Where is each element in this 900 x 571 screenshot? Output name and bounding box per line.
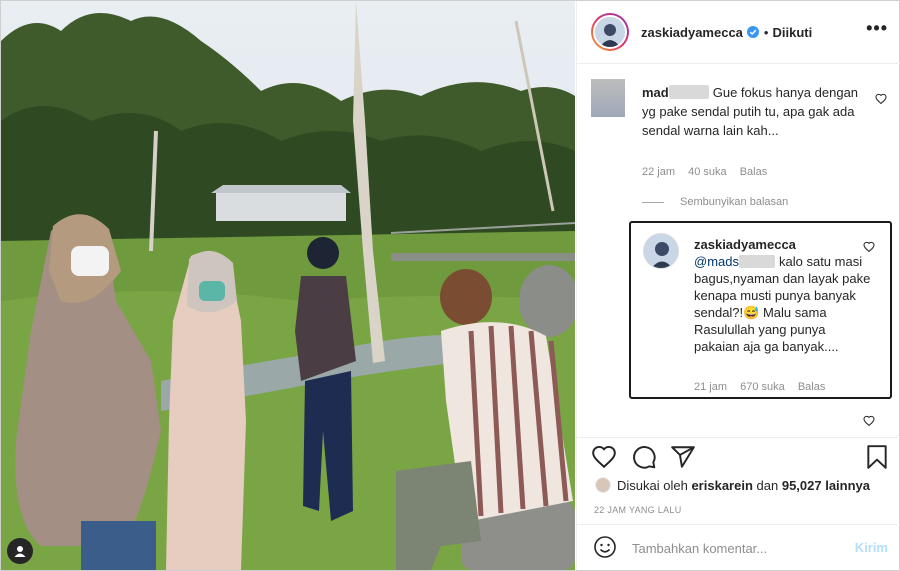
redacted-mention: [739, 255, 775, 268]
comment-text: mad Gue fokus hanya dengan yg pake sendal…: [642, 83, 867, 140]
share-icon[interactable]: [670, 444, 696, 470]
comment-meta: 22 jam 40 suka Balas: [642, 166, 767, 178]
comment-reply-button[interactable]: Balas: [740, 166, 768, 178]
reply-author-username[interactable]: zaskiadyamecca: [694, 236, 872, 253]
reply-item: zaskiadyamecca @mads kalo satu masi bagus…: [629, 221, 892, 399]
post-photo[interactable]: [1, 1, 575, 570]
photo-scene: [1, 1, 575, 570]
redacted-name: [668, 85, 709, 99]
reply-age: 21 jam: [694, 381, 728, 393]
header-separator: •: [763, 24, 769, 40]
reply-text: zaskiadyamecca @mads kalo satu masi bagus…: [694, 236, 872, 355]
next-comment-heart-icon[interactable]: [863, 415, 875, 427]
hide-replies-toggle[interactable]: Sembunyikan balasan: [642, 196, 788, 208]
comment-likes[interactable]: 40 suka: [688, 166, 727, 178]
hide-replies-label: Sembunyikan balasan: [680, 196, 789, 208]
liked-by-conj: dan: [756, 477, 779, 493]
comment-input[interactable]: Tambahkan komentar...: [632, 541, 767, 556]
comment-list[interactable]: mad Gue fokus hanya dengan yg pake sendal…: [577, 65, 900, 437]
emoji-icon[interactable]: [593, 535, 617, 559]
reply-meta: 21 jam 670 suka Balas: [694, 381, 825, 393]
post-timestamp[interactable]: 22 JAM YANG LALU: [594, 505, 682, 515]
reply-mention[interactable]: @mads: [694, 254, 739, 269]
comment-text-line1: Gue fokus hanya: [712, 85, 812, 100]
comment-like-heart-icon[interactable]: [875, 93, 887, 105]
commenter-avatar[interactable]: [591, 79, 625, 117]
reply-reply-button[interactable]: Balas: [798, 381, 826, 393]
liked-by-summary[interactable]: Disukai oleh eriskarein dan 95,027 lainn…: [595, 477, 870, 493]
post-actions-bar: [577, 437, 900, 477]
follow-status-button[interactable]: Diikuti: [772, 25, 812, 40]
reply-likes[interactable]: 670 suka: [740, 381, 785, 393]
add-comment-bar: Tambahkan komentar... Kirim: [577, 524, 900, 570]
replies-divider: [642, 201, 664, 203]
author-avatar[interactable]: [591, 13, 629, 51]
more-options-icon[interactable]: •••: [866, 19, 888, 37]
liked-by-prefix: Disukai oleh: [617, 477, 688, 493]
bookmark-icon[interactable]: [864, 444, 890, 470]
reply-emoji: 😅: [743, 305, 760, 320]
liked-by-user[interactable]: eriskarein: [691, 478, 752, 493]
post-side-panel: zaskiadyamecca • Diikuti ••• mad Gue foku…: [576, 1, 900, 570]
liker-avatar: [595, 477, 611, 493]
user-tag-icon[interactable]: [7, 538, 33, 564]
reply-author-avatar[interactable]: [643, 233, 679, 269]
author-username[interactable]: zaskiadyamecca: [641, 25, 743, 40]
commenter-username[interactable]: mad: [642, 85, 669, 100]
liked-by-count[interactable]: 95,027 lainnya: [782, 478, 870, 493]
comment-icon[interactable]: [631, 444, 657, 470]
heart-icon[interactable]: [591, 444, 617, 470]
comment-age: 22 jam: [642, 166, 676, 178]
verified-icon: [746, 26, 759, 38]
post-comment-button[interactable]: Kirim: [855, 540, 888, 555]
post-header: zaskiadyamecca • Diikuti •••: [577, 1, 900, 64]
reply-like-heart-icon[interactable]: [863, 241, 875, 253]
